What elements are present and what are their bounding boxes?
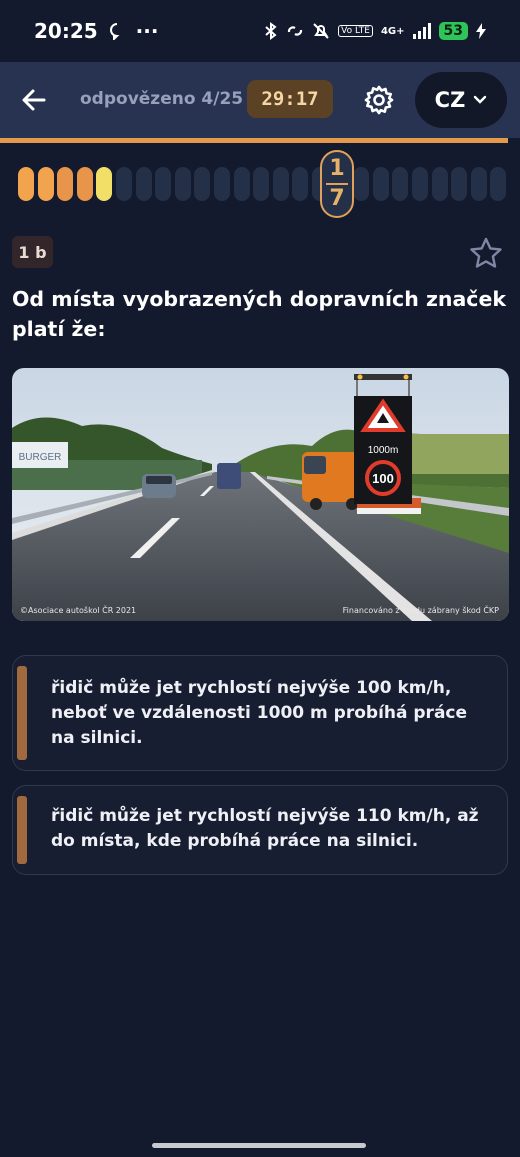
status-right: Vo LTE 4G+ 53 [264, 22, 486, 40]
image-credit-left: ©Asociace autoškol ČR 2021 [20, 606, 137, 615]
star-icon[interactable] [468, 236, 504, 270]
current-digit-bottom: 7 [329, 186, 345, 211]
progress-segment[interactable] [253, 167, 270, 201]
language-label: CZ [434, 88, 466, 112]
home-indicator[interactable] [152, 1143, 366, 1148]
link-icon [288, 26, 303, 36]
volte-badge: Vo LTE [338, 25, 373, 37]
progress-segment[interactable] [57, 167, 74, 201]
question-text: Od místa vyobrazených dopravních značek … [12, 287, 506, 341]
progress-segment[interactable] [76, 167, 93, 201]
progress-segment[interactable] [353, 167, 370, 201]
progress-segment[interactable] [194, 167, 211, 201]
answer-text: řidič může jet rychlostí nejvýše 100 km/… [51, 678, 468, 748]
answer-text: řidič může jet rychlostí nejvýše 110 km/… [51, 806, 479, 851]
progress-segment[interactable] [431, 167, 448, 201]
progress-segment[interactable] [470, 167, 487, 201]
progress-segment[interactable] [116, 167, 132, 201]
points-badge: 1 b [12, 236, 53, 268]
billboard-text: BURGER [19, 452, 62, 463]
road-scene-illustration: BURGER 1000m 100 [12, 368, 509, 621]
answer-marker [17, 666, 27, 760]
question-progress [18, 167, 507, 203]
progress-segment[interactable] [214, 167, 230, 201]
chat-bubble-icon [109, 23, 120, 40]
progress-segment[interactable] [37, 167, 54, 201]
chevron-down-icon [474, 95, 487, 104]
question-image: BURGER 1000m 100 ©Asociace autoškol ČR 2… [12, 368, 509, 621]
language-selector[interactable]: CZ [415, 72, 507, 128]
progress-segment[interactable] [174, 167, 191, 201]
progress-segment[interactable] [292, 167, 309, 201]
progress-segment[interactable] [96, 167, 113, 201]
sign-distance: 1000m [368, 445, 399, 456]
mute-icon [313, 23, 329, 39]
answer-option-2[interactable]: řidič může jet rychlostí nejvýše 110 km/… [12, 785, 508, 875]
bluetooth-icon [265, 22, 277, 40]
back-arrow-icon[interactable] [18, 84, 50, 116]
current-question-indicator[interactable]: 1 7 [320, 150, 354, 218]
progress-segment[interactable] [233, 167, 250, 201]
charging-icon [476, 23, 486, 39]
timer: 29:17 [247, 80, 333, 118]
gear-icon[interactable] [363, 84, 395, 116]
progress-segment[interactable] [272, 167, 289, 201]
network-type: 4G+ [380, 25, 405, 37]
status-bar: 20:25 ··· Vo LTE 4G+ 53 [0, 0, 520, 62]
status-left: 20:25 ··· [34, 19, 158, 43]
more-notifications: ··· [135, 19, 159, 43]
answered-counter: odpovězeno 4/25 [80, 89, 244, 109]
signal-icon [412, 23, 431, 39]
progress-segment[interactable] [451, 167, 468, 201]
clock: 20:25 [34, 19, 98, 43]
answer-option-1[interactable]: řidič může jet rychlostí nejvýše 100 km/… [12, 655, 508, 771]
progress-segment[interactable] [412, 167, 428, 201]
quiz-header: odpovězeno 4/25 29:17 CZ [0, 62, 520, 138]
progress-segment[interactable] [18, 167, 34, 201]
battery-level: 53 [438, 22, 468, 40]
current-digit-top: 1 [329, 156, 345, 181]
progress-segment[interactable] [155, 167, 172, 201]
progress-segment[interactable] [372, 167, 389, 201]
header-accent-line [0, 138, 508, 143]
progress-segment[interactable] [392, 167, 409, 201]
progress-segment[interactable] [135, 167, 152, 201]
progress-segment[interactable] [490, 167, 507, 201]
current-divider [326, 183, 348, 185]
answer-marker [17, 796, 27, 864]
image-credit-right: Financováno z fondu zábrany škod ČKP [342, 606, 499, 615]
sign-speed: 100 [372, 471, 394, 486]
